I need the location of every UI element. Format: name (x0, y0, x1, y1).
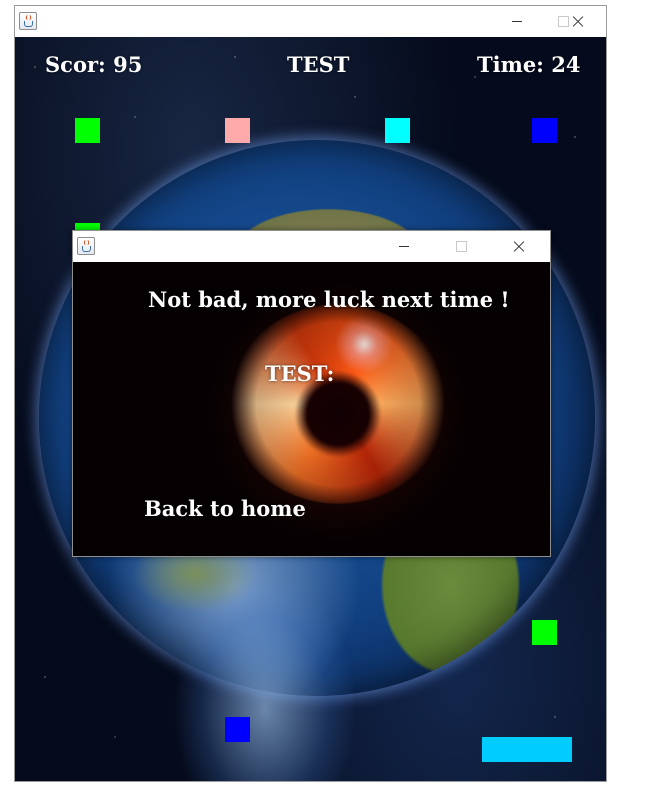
time-label: Time: 24 (477, 52, 581, 77)
player-result: TEST: (265, 361, 335, 386)
maximize-icon[interactable] (438, 231, 484, 262)
player-name-label: TEST (287, 52, 350, 77)
falling-block (75, 118, 100, 143)
title-bar[interactable] (15, 6, 606, 38)
close-icon[interactable] (555, 6, 601, 37)
light-glow (175, 577, 355, 781)
fire-swirl-background (228, 304, 448, 504)
java-icon (77, 237, 95, 255)
falling-block (225, 118, 250, 143)
java-icon (19, 12, 37, 30)
dialog-title-bar[interactable] (73, 231, 550, 263)
back-to-home-button[interactable]: Back to home (144, 496, 306, 521)
result-message: Not bad, more luck next time ! (148, 287, 510, 312)
minimize-icon[interactable] (494, 6, 540, 37)
dialog-body: Not bad, more luck next time ! TEST: Bac… (73, 262, 550, 556)
falling-block (532, 620, 557, 645)
falling-block (385, 118, 410, 143)
close-icon[interactable] (496, 231, 542, 262)
falling-block (225, 717, 250, 742)
falling-block (532, 118, 557, 143)
game-over-dialog: Not bad, more luck next time ! TEST: Bac… (72, 230, 551, 557)
score-label: Scor: 95 (45, 52, 143, 77)
player-paddle[interactable] (482, 737, 572, 762)
minimize-icon[interactable] (381, 231, 427, 262)
